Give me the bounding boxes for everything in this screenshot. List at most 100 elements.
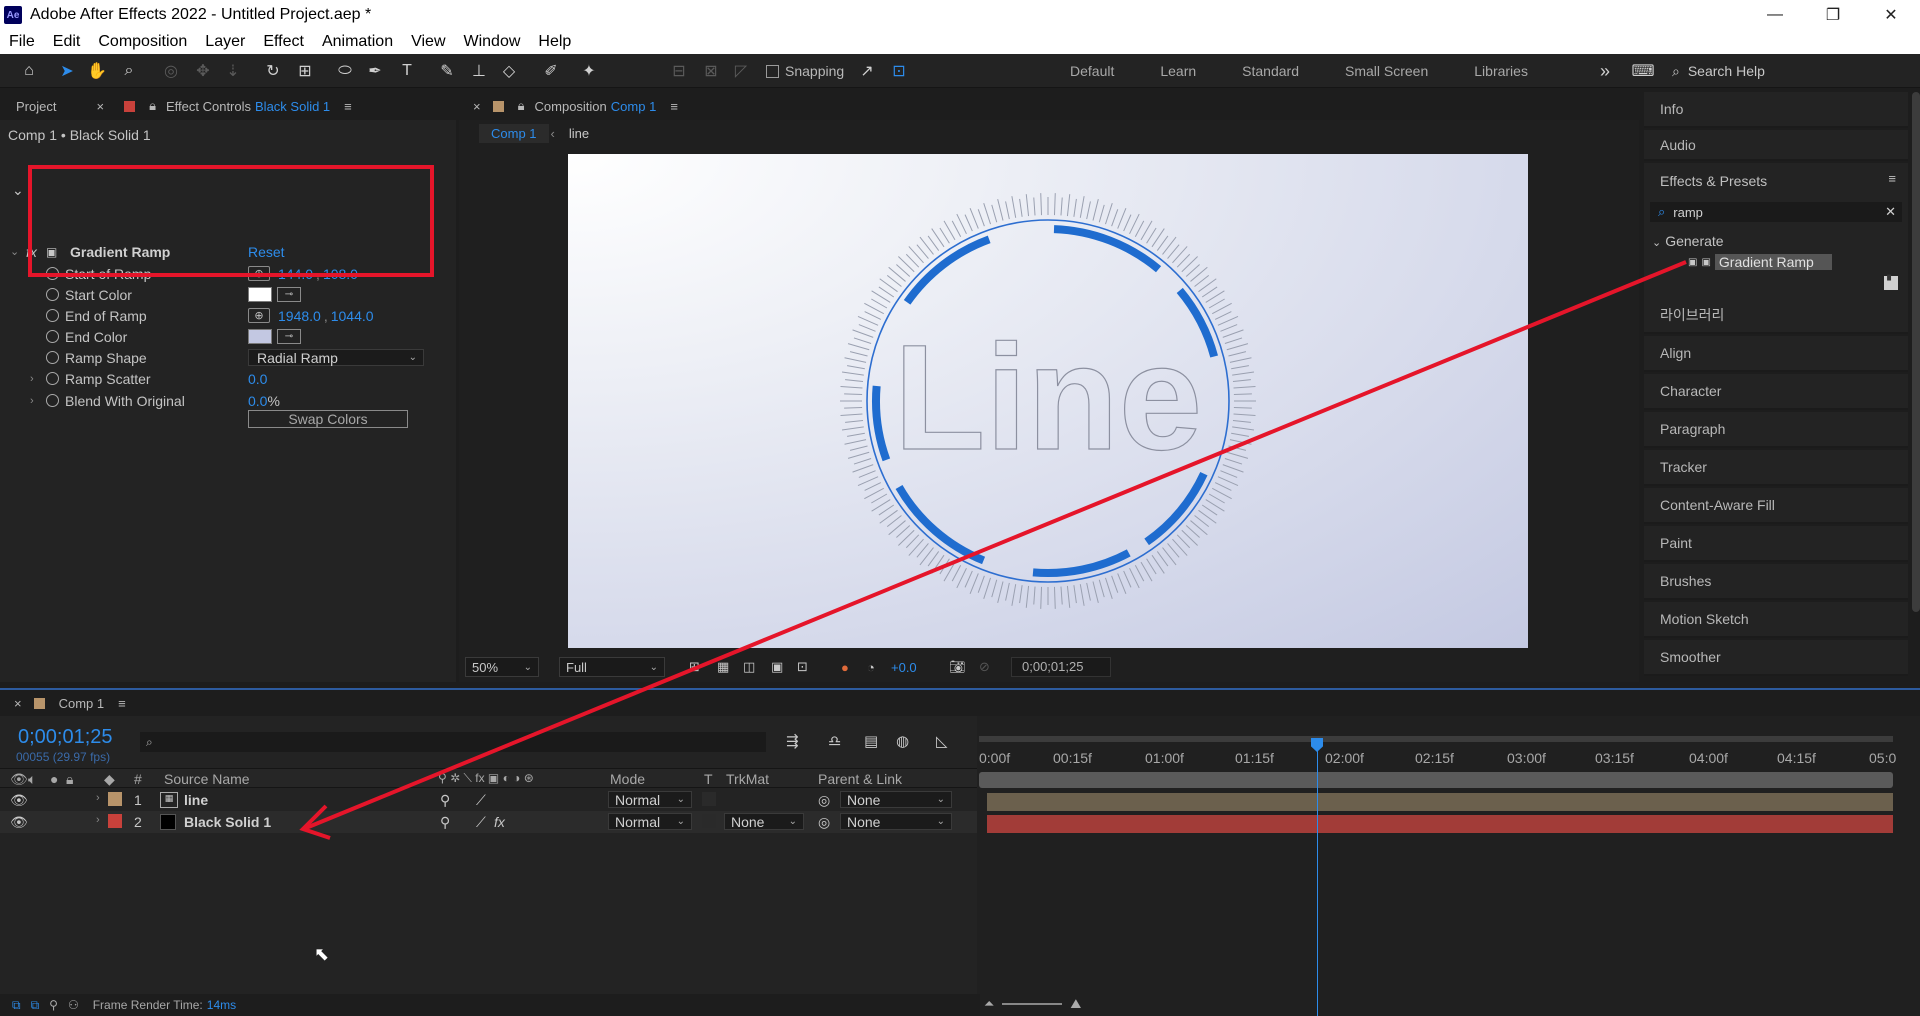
pan-camera-icon[interactable]: ✥ <box>192 60 214 82</box>
region-of-interest-icon[interactable]: ▣ <box>771 659 783 675</box>
quality-switch-icon[interactable]: ⟋ <box>476 792 486 809</box>
twirl-collapsed-icon[interactable]: › <box>96 814 100 826</box>
label-tag-icon[interactable]: ◆ <box>104 771 115 788</box>
twirl-collapsed-icon[interactable]: › <box>30 373 34 385</box>
align-y-icon[interactable]: ⊠ <box>700 60 722 82</box>
panel-content-aware-fill[interactable]: Content-Aware Fill <box>1644 488 1908 524</box>
work-area-bar[interactable] <box>979 772 1893 788</box>
end-x-value[interactable]: 1948.0 <box>278 308 321 324</box>
current-time-display[interactable]: 0;00;01;25 <box>18 726 113 749</box>
parent-dropdown[interactable]: None ⌄ <box>840 813 952 830</box>
more-workspaces-icon[interactable]: » <box>1594 60 1616 82</box>
panel-motion-sketch[interactable]: Motion Sketch <box>1644 602 1908 638</box>
fx-icon[interactable]: fx <box>494 814 505 830</box>
blend-mode-dropdown[interactable]: Normal ⌄ <box>608 813 692 830</box>
eraser-tool-icon[interactable]: ◇ <box>498 60 520 82</box>
quality-switch-icon[interactable]: ⟋ <box>476 814 486 831</box>
minimize-button[interactable]: — <box>1746 0 1804 30</box>
align-x-icon[interactable]: ⊟ <box>668 60 690 82</box>
panel-audio[interactable]: Audio <box>1644 130 1908 161</box>
pick-whip-icon[interactable]: ◎ <box>818 814 830 831</box>
grid-guides-icon[interactable]: ⊡ <box>797 659 808 675</box>
twirl-expanded-icon[interactable]: ⌄ <box>10 245 19 258</box>
panel-menu-icon[interactable]: ≡ <box>344 99 352 114</box>
workspace-small-screen[interactable]: Small Screen <box>1345 63 1428 79</box>
selection-tool-icon[interactable]: ➤ <box>56 60 78 82</box>
header-source-name[interactable]: Source Name <box>164 771 250 787</box>
snapping-toggle[interactable]: Snapping <box>766 63 844 79</box>
frame-blending-icon[interactable]: ▤ <box>864 732 878 750</box>
preserve-transparency-toggle[interactable] <box>702 792 716 806</box>
preserve-transparency-toggle[interactable] <box>702 814 716 828</box>
keyboard-shortcut-icon[interactable]: ⌨ <box>1631 60 1654 82</box>
blend-value[interactable]: 0.0 <box>248 393 267 409</box>
track-matte-dropdown[interactable]: None ⌄ <box>724 813 804 830</box>
ramp-scatter-value[interactable]: 0.0 <box>248 371 267 387</box>
twirl-collapsed-icon[interactable]: › <box>96 792 100 804</box>
lock-icon[interactable]: 🔒︎ <box>149 98 156 114</box>
subtab-line[interactable]: line <box>557 124 601 143</box>
stopwatch-icon[interactable] <box>46 309 59 322</box>
menu-layer[interactable]: Layer <box>196 33 254 51</box>
comp-timecode[interactable]: 0;00;01;25 <box>1011 657 1111 677</box>
end-color-swatch[interactable] <box>248 329 272 344</box>
shy-switch-icon[interactable]: ⚲ <box>440 814 450 831</box>
stopwatch-icon[interactable] <box>46 330 59 343</box>
layer-duration-bar[interactable] <box>987 815 1893 833</box>
menu-file[interactable]: File <box>0 33 44 51</box>
panel-character[interactable]: Character <box>1644 374 1908 410</box>
mask-visibility-icon[interactable]: ◫ <box>743 659 755 675</box>
eye-icon[interactable]: 👁︎ <box>10 814 28 831</box>
panel-info[interactable]: Info <box>1644 92 1908 128</box>
search-help-field[interactable]: ⌕ Search Help <box>1672 60 1912 82</box>
panel-menu-icon[interactable]: ≡ <box>670 99 678 114</box>
maximize-button[interactable]: ❐ <box>1804 0 1862 30</box>
snapping-checkbox[interactable] <box>766 64 779 78</box>
layer-duration-bar[interactable] <box>987 793 1893 811</box>
close-window-button[interactable]: ✕ <box>1862 0 1920 30</box>
stopwatch-icon[interactable] <box>46 288 59 301</box>
zoom-slider[interactable] <box>1002 1003 1063 1005</box>
menu-view[interactable]: View <box>402 33 454 51</box>
workspace-standard[interactable]: Standard <box>1242 63 1299 79</box>
eyedropper-icon[interactable]: ⊸ <box>277 329 301 344</box>
anchor-point-tool-icon[interactable]: ⊞ <box>294 60 316 82</box>
toggle-modes-icon[interactable]: ⧉ <box>31 998 40 1013</box>
panel-brushes[interactable]: Brushes <box>1644 564 1908 600</box>
effect-item-gradient-ramp[interactable]: ▣ ▣ Gradient Ramp <box>1688 254 1832 270</box>
panel-smoother[interactable]: Smoother <box>1644 640 1908 676</box>
fast-preview-icon[interactable]: ⊞ <box>689 659 700 675</box>
transparency-grid-icon[interactable]: ▦ <box>717 659 729 675</box>
type-tool-icon[interactable]: T <box>396 60 418 82</box>
swap-colors-button[interactable]: Swap Colors <box>248 410 408 428</box>
stopwatch-icon[interactable] <box>46 394 59 407</box>
ellipse-tool-icon[interactable]: ⬭ <box>334 60 356 82</box>
pen-tool-icon[interactable]: ✒ <box>364 60 386 82</box>
panel-paragraph[interactable]: Paragraph <box>1644 412 1908 448</box>
snap-features-icon[interactable]: ⊡ <box>888 60 910 82</box>
shy-switch-icon[interactable]: ⚲ <box>440 792 450 809</box>
panel-libraries[interactable]: 라이브러리 <box>1644 297 1908 334</box>
clear-search-icon[interactable]: ✕ <box>1885 204 1896 220</box>
reset-exposure-icon[interactable]: ◔ <box>867 660 875 675</box>
lock-icon[interactable]: 🔒︎ <box>518 98 525 114</box>
panel-tracker[interactable]: Tracker <box>1644 450 1908 486</box>
category-generate[interactable]: ⌄ Generate <box>1652 233 1724 249</box>
puppet-pin-icon[interactable]: ✦ <box>578 60 600 82</box>
workspace-default[interactable]: Default <box>1070 63 1114 79</box>
time-navigator[interactable] <box>979 736 1893 742</box>
effects-search-input[interactable]: ⌕ ramp ✕ <box>1650 202 1902 222</box>
timeline-zoom-control[interactable]: ⏶ ⛰︎ <box>984 996 1081 1012</box>
composition-viewer[interactable]: Line <box>568 154 1528 648</box>
resolution-dropdown[interactable]: Full ⌄ <box>559 657 665 677</box>
align-z-icon[interactable]: ◸ <box>730 60 752 82</box>
twirl-open-icon[interactable]: ⌄ <box>12 182 24 199</box>
tab-project[interactable]: Project × <box>0 99 114 114</box>
zoom-out-icon[interactable]: ⏶ <box>984 996 994 1012</box>
menu-effect[interactable]: Effect <box>254 33 313 51</box>
magnification-dropdown[interactable]: 50% ⌄ <box>465 657 539 677</box>
new-bin-icon[interactable]: ▘ <box>1884 276 1898 290</box>
right-panel-scrollbar[interactable] <box>1912 92 1920 612</box>
end-y-value[interactable]: 1044.0 <box>331 308 374 324</box>
eye-icon[interactable]: 👁︎ <box>10 792 28 809</box>
